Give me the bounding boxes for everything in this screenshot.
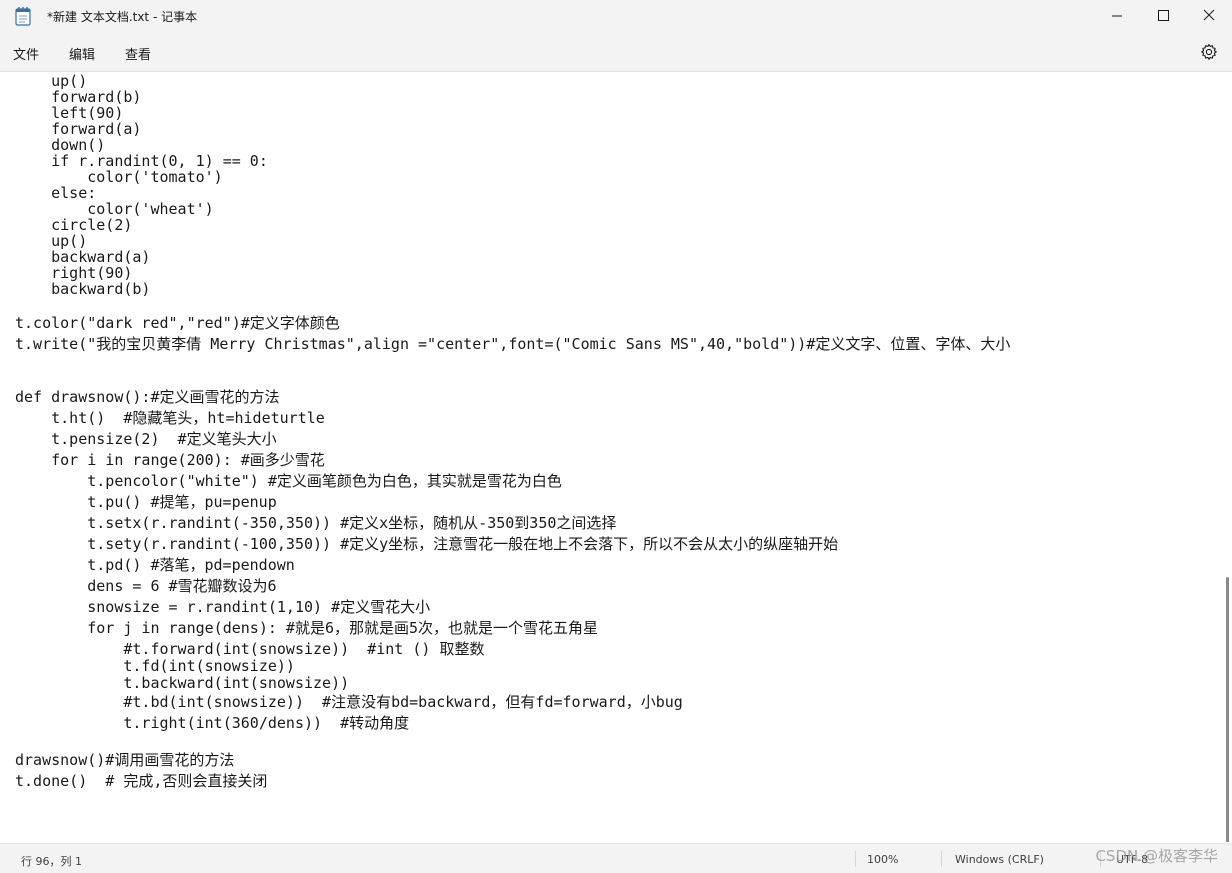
code-line: t.pd() #落笔，pd=pendown xyxy=(15,556,295,574)
code-line: t.pu() #提笔，pu=penup xyxy=(15,493,277,511)
code-line: dens = 6 #雪花瓣数设为6 xyxy=(15,577,277,595)
status-bar: 行 96，列 1 100% Windows (CRLF) UTF-8 xyxy=(0,843,1232,873)
gear-icon[interactable] xyxy=(1200,43,1218,61)
line-ending: Windows (CRLF) xyxy=(955,853,1044,866)
code-line: t.color("dark red","red")#定义字体颜色 xyxy=(15,314,340,332)
menu-view[interactable]: 查看 xyxy=(125,44,151,63)
code-line: t.write("我的宝贝黄李倩 Merry Christmas",align … xyxy=(15,335,1011,353)
code-line: t.ht() #隐藏笔头，ht=hideturtle xyxy=(15,409,325,427)
code-line: drawsnow()#调用画雪花的方法 xyxy=(15,751,235,769)
menu-edit[interactable]: 编辑 xyxy=(69,44,95,63)
close-button[interactable] xyxy=(1186,0,1232,32)
code-line: t.fd(int(snowsize)) xyxy=(15,657,295,675)
status-divider xyxy=(855,851,856,867)
vertical-scrollbar[interactable] xyxy=(1226,577,1229,842)
watermark: CSDN @极客李华 xyxy=(1095,847,1218,865)
maximize-button[interactable] xyxy=(1140,0,1186,32)
code-line: t.pencolor("white") #定义画笔颜色为白色，其实就是雪花为白色 xyxy=(15,472,562,490)
notepad-icon xyxy=(15,7,31,26)
minimize-button[interactable] xyxy=(1094,0,1140,32)
code-line: def drawsnow():#定义画雪花的方法 xyxy=(15,388,280,406)
status-divider xyxy=(941,851,942,867)
maximize-icon xyxy=(1158,10,1169,21)
window-title: *新建 文本文档.txt - 记事本 xyxy=(47,10,198,24)
text-editor[interactable]: up() forward(b) left(90) forward(a) down… xyxy=(0,72,1232,842)
close-icon xyxy=(1203,9,1215,21)
code-line: snowsize = r.randint(1,10) #定义雪花大小 xyxy=(15,598,431,616)
minimize-icon xyxy=(1112,15,1122,17)
cursor-position: 行 96，列 1 xyxy=(21,855,82,868)
code-line: t.setx(r.randint(-350,350)) #定义x坐标，随机从-3… xyxy=(15,514,617,532)
code-line: t.sety(r.randint(-100,350)) #定义y坐标，注意雪花一… xyxy=(15,535,839,553)
menu-file[interactable]: 文件 xyxy=(13,44,39,63)
code-line: backward(b) xyxy=(15,280,151,298)
title-bar: *新建 文本文档.txt - 记事本 xyxy=(0,0,1232,32)
zoom-level: 100% xyxy=(867,853,899,866)
code-line: t.right(int(360/dens)) #转动角度 xyxy=(15,714,410,732)
code-line: t.backward(int(snowsize)) xyxy=(15,674,350,692)
code-line: #t.bd(int(snowsize)) #注意没有bd=backward，但有… xyxy=(15,693,683,711)
code-line: for i in range(200): #画多少雪花 xyxy=(15,451,325,469)
code-line: #t.forward(int(snowsize)) #int () 取整数 xyxy=(15,640,485,658)
code-line: t.pensize(2) #定义笔头大小 xyxy=(15,430,277,448)
editor-content[interactable]: up() forward(b) left(90) forward(a) down… xyxy=(15,72,1205,842)
code-line: for j in range(dens): #就是6，那就是画5次，也就是一个雪… xyxy=(15,619,599,637)
code-line: t.done() # 完成,否则会直接关闭 xyxy=(15,772,268,790)
menu-bar: 文件 编辑 查看 xyxy=(0,32,1232,72)
